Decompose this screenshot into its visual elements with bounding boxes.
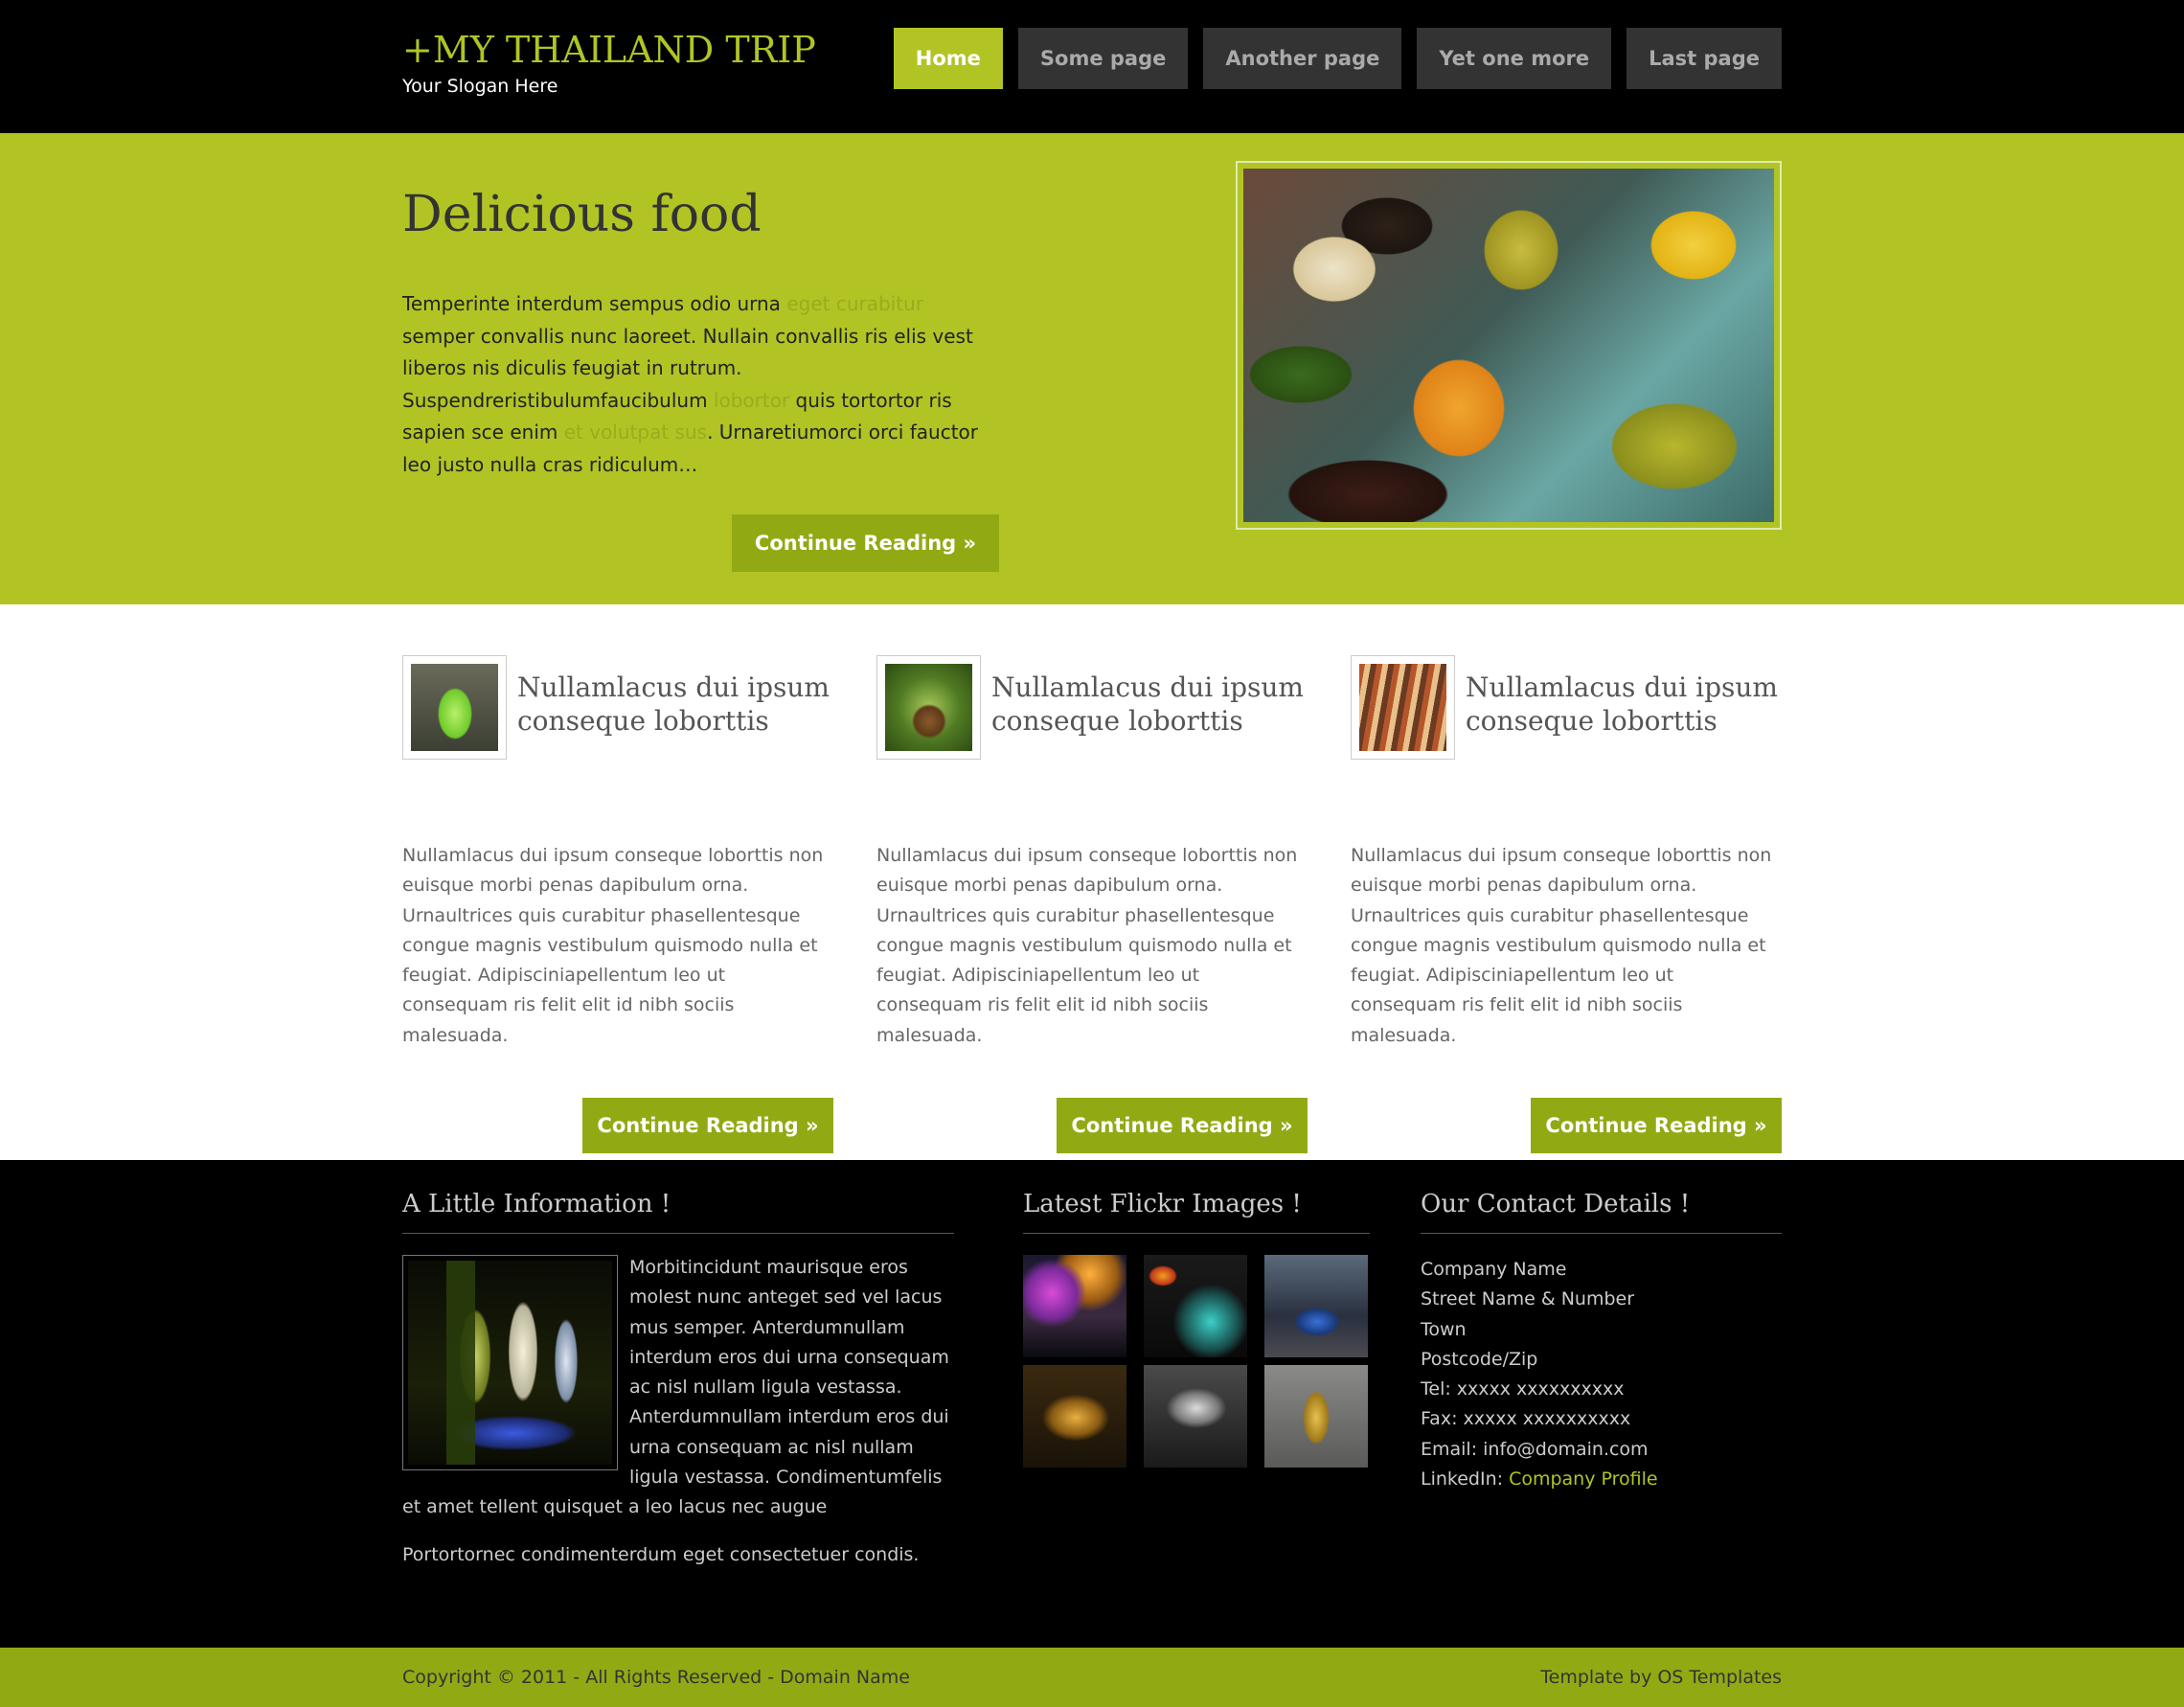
footer: A Little Information ! Morbitincidunt ma… (0, 1160, 2184, 1648)
featured-link[interactable]: et volutpat sus (564, 421, 707, 444)
content-columns: Nullamlacus dui ipsum conseque loborttis… (0, 604, 2184, 1160)
column-text: Nullamlacus dui ipsum conseque loborttis… (1351, 845, 1772, 1046)
column-thumbnail[interactable] (1351, 655, 1455, 760)
featured-link[interactable]: lobortor (714, 389, 789, 412)
nav-last-page[interactable]: Last page (1627, 28, 1782, 89)
column-continue-reading-button[interactable]: Continue Reading » (1057, 1098, 1308, 1153)
main-nav: Home Some page Another page Yet one more… (893, 28, 1782, 89)
featured-section: Delicious food Temperinte interdum sempu… (0, 133, 2184, 604)
footer-contact: Our Contact Details ! Company Name Stree… (1421, 1187, 1782, 1494)
column-continue-reading-button[interactable]: Continue Reading » (1531, 1098, 1782, 1153)
contact-company: Company Name (1421, 1259, 1567, 1280)
copyright-bar: Copyright © 2011 - All Rights Reserved -… (0, 1648, 2184, 1707)
site-slogan: Your Slogan Here (402, 76, 558, 97)
flickr-image[interactable] (1023, 1365, 1126, 1468)
logo[interactable]: +MY THAILAND TRIP Your Slogan Here (402, 26, 816, 97)
nav-yet-one-more[interactable]: Yet one more (1417, 28, 1612, 89)
contact-fax: Fax: xxxxx xxxxxxxxxx (1421, 1408, 1631, 1430)
footer-flickr-title: Latest Flickr Images ! (1023, 1187, 1370, 1234)
featured-title: Delicious food (402, 186, 762, 243)
site-header: +MY THAILAND TRIP Your Slogan Here Home … (0, 0, 2184, 133)
contact-postcode: Postcode/Zip (1421, 1348, 1538, 1370)
featured-link[interactable]: eget curabitur (786, 292, 923, 315)
linkedin-company-profile-link[interactable]: Company Profile (1509, 1468, 1658, 1490)
column-thumbnail[interactable] (876, 655, 981, 760)
contact-email: Email: info@domain.com (1421, 1438, 1649, 1460)
column-thumbnail[interactable] (402, 655, 507, 760)
contact-linkedin: LinkedIn: Company Profile (1421, 1468, 1658, 1491)
column-title[interactable]: Nullamlacus dui ipsum conseque loborttis (991, 671, 1308, 738)
column-title[interactable]: Nullamlacus dui ipsum conseque loborttis (1466, 671, 1782, 738)
flickr-grid (1023, 1255, 1370, 1468)
flickr-image[interactable] (1144, 1255, 1247, 1357)
contact-tel: Tel: xxxxx xxxxxxxxxx (1421, 1378, 1625, 1400)
footer-contact-title: Our Contact Details ! (1421, 1187, 1782, 1234)
featured-article: Delicious food Temperinte interdum sempu… (402, 181, 996, 482)
column-title[interactable]: Nullamlacus dui ipsum conseque loborttis (517, 671, 833, 738)
column-continue-reading-button[interactable]: Continue Reading » (582, 1098, 833, 1153)
footer-info: A Little Information ! Morbitincidunt ma… (402, 1187, 954, 1570)
footer-info-text-2: Portortornec condimenterdum eget consect… (402, 1543, 920, 1565)
featured-excerpt: Temperinte interdum sempus odio urna ege… (402, 292, 978, 476)
nav-home[interactable]: Home (893, 28, 1003, 89)
contact-list: Company Name Street Name & Number Town P… (1421, 1255, 1782, 1494)
featured-image (1243, 169, 1774, 522)
flickr-image[interactable] (1144, 1365, 1247, 1468)
footer-info-title: A Little Information ! (402, 1187, 954, 1234)
contact-town: Town (1421, 1318, 1467, 1340)
flickr-image[interactable] (1023, 1255, 1126, 1357)
flickr-image[interactable] (1264, 1255, 1368, 1357)
footer-info-image (402, 1255, 618, 1470)
nav-some-page[interactable]: Some page (1017, 28, 1189, 89)
nav-another-page[interactable]: Another page (1203, 28, 1402, 89)
footer-flickr: Latest Flickr Images ! (1023, 1187, 1370, 1468)
template-credit[interactable]: Template by OS Templates (1540, 1648, 1782, 1707)
featured-image-frame (1236, 161, 1782, 530)
featured-continue-reading-button[interactable]: Continue Reading » (732, 514, 999, 572)
flickr-image[interactable] (1264, 1365, 1368, 1468)
copyright-text: Copyright © 2011 - All Rights Reserved -… (402, 1667, 910, 1688)
column-text: Nullamlacus dui ipsum conseque loborttis… (402, 845, 824, 1046)
column-text: Nullamlacus dui ipsum conseque loborttis… (876, 845, 1298, 1046)
contact-street: Street Name & Number (1421, 1288, 1635, 1310)
site-title[interactable]: +MY THAILAND TRIP (402, 26, 816, 74)
